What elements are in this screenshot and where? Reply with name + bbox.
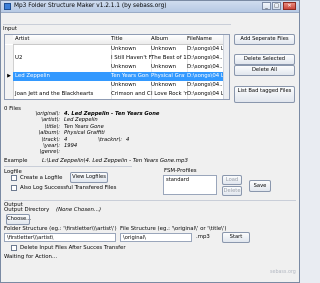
table-row[interactable]: Unknown Unknown D:\songs\04...Le xyxy=(5,81,229,90)
example-label: Example xyxy=(4,158,28,164)
column-header-title[interactable]: Title xyxy=(109,35,152,45)
app-icon xyxy=(4,3,11,10)
fsm-profiles-list[interactable]: standard xyxy=(163,175,217,195)
create-logfile-checkbox[interactable] xyxy=(11,175,17,181)
minimize-icon[interactable]: _ xyxy=(262,2,271,10)
table-row[interactable]: Joan Jett and the Blackhearts Crimson an… xyxy=(5,90,229,99)
maximize-icon[interactable]: □ xyxy=(272,2,281,10)
file-list[interactable]: Artist Title Album FileName Unknown Unkn… xyxy=(4,34,230,100)
start-button[interactable]: Start xyxy=(222,232,250,243)
files-count: 0 Files xyxy=(4,106,21,112)
file-extension: .mp3 xyxy=(196,234,210,240)
save-profile-button[interactable]: Save xyxy=(249,180,271,192)
column-header-album[interactable]: Album xyxy=(149,35,188,45)
folder-structure-label: Folder Structure (eg.: '\firstletter\\\a… xyxy=(4,226,117,232)
status-text: Waiting for Action... xyxy=(4,254,58,260)
delete-input-files-label: Delete Input Files After Succes Transfer xyxy=(20,245,126,251)
delete-profile-button[interactable]: Delete xyxy=(222,186,242,196)
table-row[interactable]: Unknown Unknown D:\songs\04... xyxy=(5,63,229,72)
view-logfiles-button[interactable]: View Logfiles xyxy=(70,172,108,183)
table-header: Artist Title Album FileName xyxy=(5,35,229,45)
column-header-artist[interactable]: Artist xyxy=(13,35,112,45)
close-icon[interactable]: ✕ xyxy=(283,2,296,10)
input-section-label: Input xyxy=(3,24,231,32)
load-profile-button[interactable]: Load xyxy=(222,175,242,185)
log-transfered-checkbox[interactable] xyxy=(11,185,17,191)
tag-preview: \original\: 4. Led Zeppelin - Ten Years G… xyxy=(35,111,160,156)
output-directory-value: (None Chosen...) xyxy=(56,207,102,213)
list-bad-tagged-button[interactable]: List Bad tagged Files xyxy=(234,86,295,103)
fsm-profiles-label: FSM-Profiles xyxy=(164,168,197,174)
footer-brand: sebass.org xyxy=(270,270,296,275)
table-row-selected[interactable]: ▶ Led Zeppelin Ten Years Gone Physical G… xyxy=(5,72,229,81)
add-separate-files-button[interactable]: Add Seperate Files xyxy=(234,34,295,45)
table-row[interactable]: Unknown Unknown D:\songs\04 Led... xyxy=(5,45,229,54)
create-logfile-label: Create a Logfile xyxy=(20,175,63,181)
delete-selected-button[interactable]: Delete Selected xyxy=(234,54,295,65)
choose-directory-button[interactable]: Choose... xyxy=(6,214,31,225)
window-title: Mp3 Folder Structure Maker v1.2.1.1 (by … xyxy=(14,3,167,9)
list-scrollbar[interactable] xyxy=(223,35,229,99)
example-path: L:\Led Zeppelin\4. Led Zeppelin - Ten Ye… xyxy=(42,158,188,164)
table-row[interactable]: U2 I Still Haven't F... The Best of 19..… xyxy=(5,54,229,63)
file-structure-label: File Structure (eg.: '\original\' or '\t… xyxy=(120,226,227,232)
folder-structure-input[interactable]: \firstletter\\\artist\ xyxy=(4,233,116,242)
file-structure-input[interactable]: \original\ xyxy=(120,233,192,242)
output-directory-label: Output Directory xyxy=(4,207,50,213)
delete-input-files-checkbox[interactable] xyxy=(11,245,17,251)
logfile-section-label: Logfile xyxy=(4,166,132,175)
log-transfered-label: Also Log Successful Transfered Files xyxy=(20,185,117,191)
delete-all-button[interactable]: Delete All xyxy=(234,65,295,76)
